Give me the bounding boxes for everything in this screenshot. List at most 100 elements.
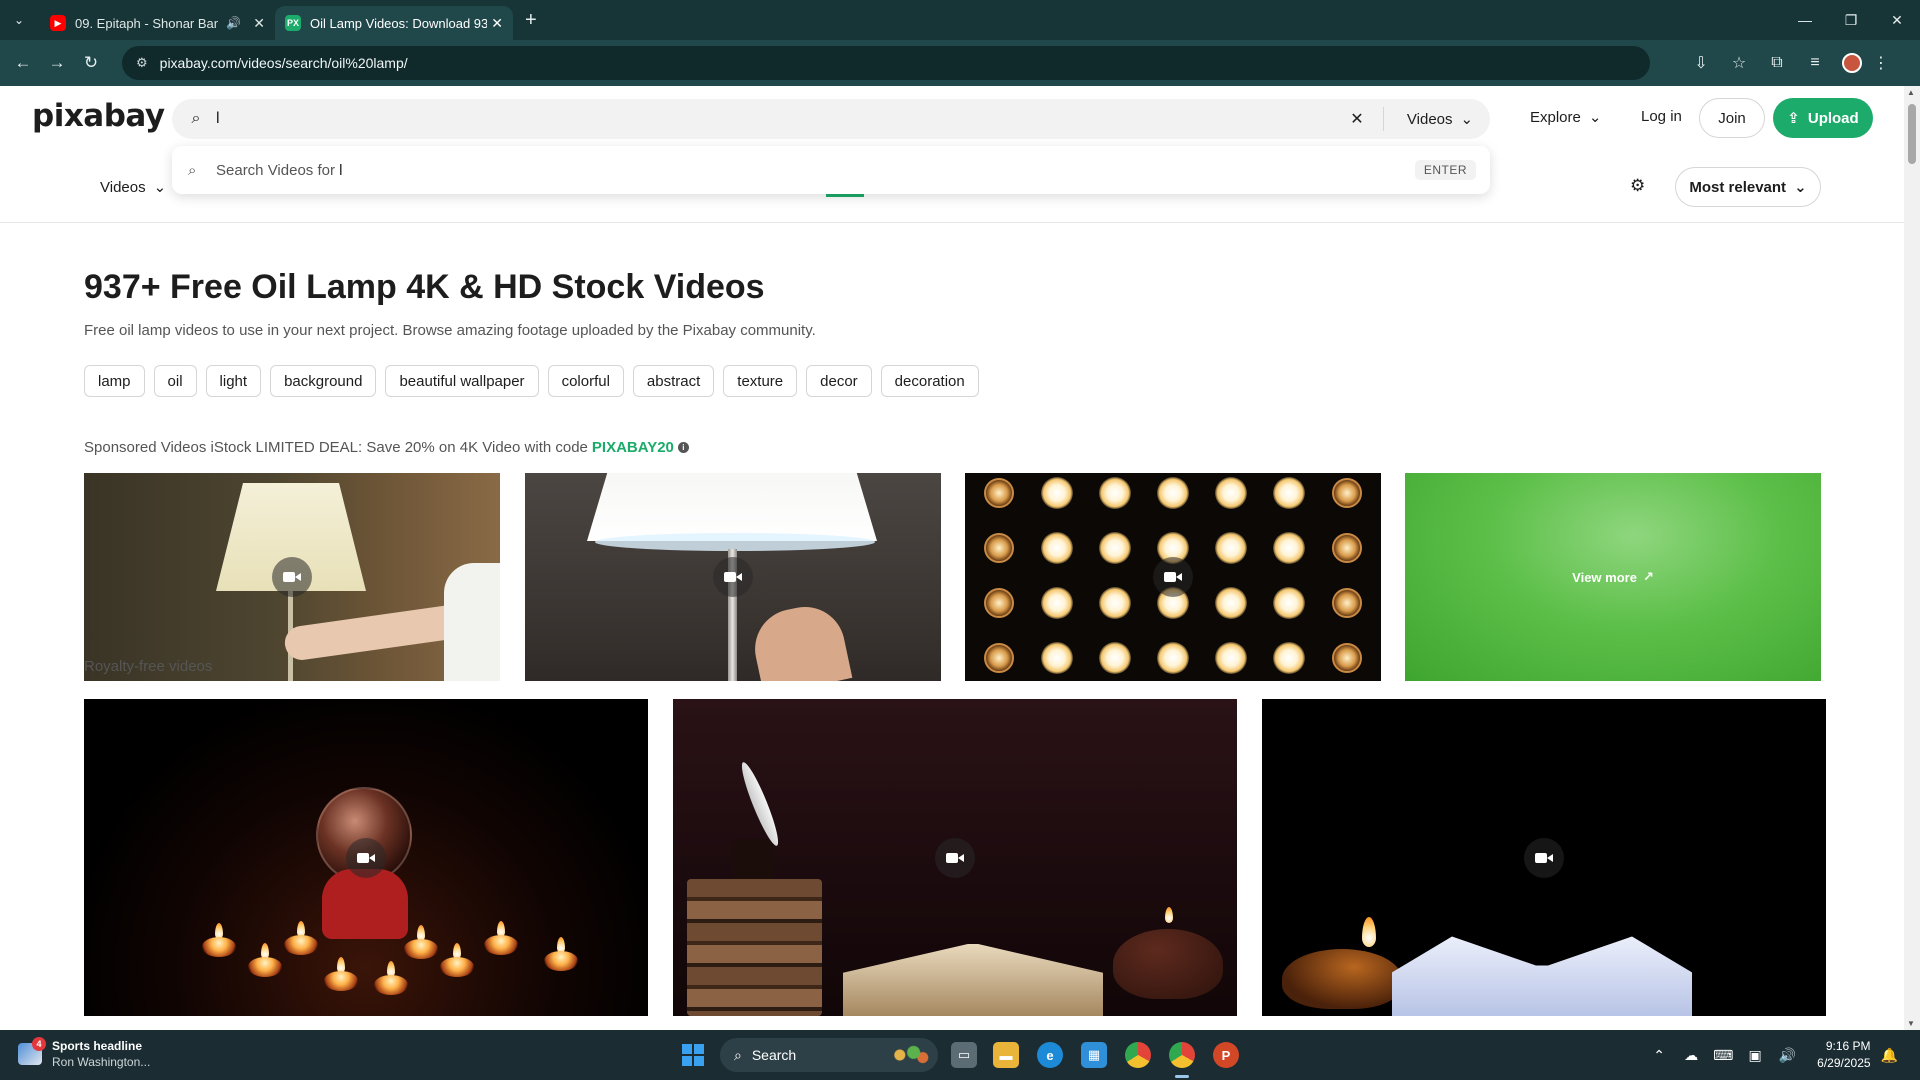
sponsored-video-thumbnail[interactable] (965, 473, 1381, 681)
edge-browser-icon[interactable]: e (1037, 1042, 1063, 1068)
sort-dropdown[interactable]: Most relevant ⌄ (1675, 167, 1821, 207)
back-icon[interactable]: ← (6, 46, 40, 80)
taskbar-search[interactable]: ⌕ Search (720, 1038, 938, 1072)
news-subline: Ron Washington... (52, 1055, 151, 1069)
tab-search-chevron-icon[interactable]: ⌄ (4, 5, 34, 35)
network-icon[interactable]: ▣ (1739, 1047, 1771, 1064)
open-book-shape (1392, 936, 1692, 1016)
light-bulb-shape (1041, 642, 1073, 674)
view-more-link[interactable]: View more ↗ (1572, 569, 1654, 585)
clear-search-icon[interactable]: ✕ (1337, 109, 1377, 129)
search-suggestion-dropdown[interactable]: ⌕ Search Videos for l ENTER (172, 146, 1490, 194)
page-scrollbar[interactable]: ▲ ▼ (1904, 86, 1920, 1030)
tab-pixabay[interactable]: PX Oil Lamp Videos: Download 937 ✕ (275, 6, 513, 40)
pixabay-logo[interactable]: pixabay (32, 98, 165, 134)
page-subtitle: Free oil lamp videos to use in your next… (84, 322, 816, 339)
candle-shape (284, 935, 318, 955)
candle-shape (324, 971, 358, 991)
windows-start-icon[interactable] (682, 1044, 704, 1066)
close-tab-icon[interactable]: ✕ (253, 15, 265, 32)
profile-avatar-icon[interactable] (1842, 53, 1862, 73)
show-hidden-icons-icon[interactable]: ⌃ (1643, 1047, 1675, 1064)
clock[interactable]: 9:16 PM 6/29/2025 (1817, 1038, 1870, 1072)
extensions-icon[interactable]: ⧉ (1758, 54, 1796, 72)
web-page: pixabay ⌕ ✕ Videos ⌄ Explore ⌄ Log in Jo… (0, 86, 1920, 1030)
join-button[interactable]: Join (1699, 98, 1765, 138)
reload-icon[interactable]: ↻ (74, 46, 108, 80)
light-bulb-shape (984, 588, 1014, 618)
address-bar[interactable]: ⚙ pixabay.com/videos/search/oil%20lamp/ (122, 46, 1650, 80)
tag-chip[interactable]: background (270, 365, 377, 397)
quill-shape (736, 759, 784, 849)
notification-bell-icon[interactable]: 🔔 (1881, 1047, 1898, 1064)
media-controls-icon[interactable]: ≡ (1796, 54, 1834, 72)
bookmark-star-icon[interactable]: ☆ (1720, 53, 1758, 73)
close-window-icon[interactable]: ✕ (1874, 0, 1920, 40)
scrollbar-thumb[interactable] (1908, 104, 1916, 164)
lamp-shade (587, 473, 877, 541)
explore-menu[interactable]: Explore ⌄ (1530, 108, 1601, 127)
promo-code[interactable]: PIXABAY20 (592, 439, 674, 456)
tab-youtube[interactable]: ▶ 09. Epitaph - Shonar Bangla 🔊 ✕ (40, 6, 275, 40)
oil-lamp-shape (1282, 949, 1402, 1009)
news-widget[interactable]: 4 Sports headline Ron Washington... (18, 1037, 151, 1070)
video-thumbnail[interactable] (1262, 699, 1826, 1016)
book-stack-shape (687, 879, 822, 1016)
search-icon: ⌕ (734, 1046, 742, 1063)
date: 6/29/2025 (1817, 1056, 1871, 1070)
light-bulb-shape (1099, 642, 1131, 674)
media-type-select[interactable]: Videos ⌄ (1390, 110, 1490, 129)
media-type-filter[interactable]: Videos ⌄ (100, 178, 166, 197)
settings-gear-icon[interactable]: ⚙ (1630, 176, 1645, 196)
tag-chip[interactable]: light (205, 365, 262, 397)
sponsored-video-thumbnail[interactable] (84, 473, 500, 681)
browser-menu-icon[interactable]: ⋮ (1862, 53, 1900, 73)
chrome-profile-icon[interactable] (1169, 1042, 1195, 1068)
upload-button[interactable]: ⇪ Upload (1773, 98, 1873, 138)
tag-chip[interactable]: oil (153, 365, 197, 397)
search-divider (1383, 107, 1384, 131)
light-bulb-shape (1273, 642, 1305, 674)
chrome-icon[interactable] (1125, 1042, 1151, 1068)
microsoft-store-icon[interactable]: ▦ (1081, 1042, 1107, 1068)
video-camera-icon (1524, 837, 1564, 878)
scroll-down-icon[interactable]: ▼ (1907, 1019, 1915, 1028)
install-app-icon[interactable]: ⇩ (1682, 53, 1720, 73)
video-camera-icon (935, 837, 975, 878)
keyboard-icon[interactable]: ⌨ (1707, 1047, 1739, 1064)
speaker-icon[interactable]: 🔊 (226, 16, 241, 30)
restore-icon[interactable]: ❐ (1828, 0, 1874, 40)
tag-chip[interactable]: colorful (547, 365, 624, 397)
close-tab-icon[interactable]: ✕ (491, 15, 503, 32)
powerpoint-icon[interactable]: P (1213, 1042, 1239, 1068)
file-explorer-icon[interactable]: ▬ (993, 1042, 1019, 1068)
tag-chip[interactable]: decoration (880, 365, 979, 397)
light-bulb-shape (1332, 643, 1362, 673)
minimize-icon[interactable]: — (1782, 0, 1828, 40)
sponsored-text: Sponsored Videos iStock LIMITED DEAL: Sa… (84, 439, 588, 456)
new-tab-icon[interactable]: + (525, 9, 537, 32)
search-input[interactable] (216, 100, 1337, 138)
tag-chip[interactable]: texture (723, 365, 798, 397)
tag-chip[interactable]: decor (806, 365, 872, 397)
forward-icon[interactable]: → (40, 46, 74, 80)
info-icon[interactable]: i (677, 442, 689, 453)
video-thumbnail[interactable] (84, 699, 648, 1016)
sponsored-video-thumbnail[interactable] (525, 473, 941, 681)
video-camera-icon (272, 557, 312, 597)
scroll-up-icon[interactable]: ▲ (1907, 88, 1915, 97)
volume-icon[interactable]: 🔊 (1771, 1047, 1803, 1064)
light-bulb-shape (1273, 587, 1305, 619)
toolbar-icons: ⇩ ☆ ⧉ ≡ ⋮ (1682, 40, 1900, 86)
tag-chip[interactable]: abstract (632, 365, 715, 397)
task-view-icon[interactable]: ▭ (951, 1042, 977, 1068)
video-thumbnail[interactable] (673, 699, 1237, 1016)
search-bar: ⌕ ✕ Videos ⌄ (172, 99, 1490, 139)
login-link[interactable]: Log in (1641, 108, 1682, 125)
tag-chip[interactable]: beautiful wallpaper (385, 365, 539, 397)
view-more-tile[interactable]: View more ↗ (1405, 473, 1821, 681)
tag-chip[interactable]: lamp (84, 365, 145, 397)
site-info-icon[interactable]: ⚙ (136, 55, 148, 71)
enter-key-hint: ENTER (1414, 160, 1476, 180)
onedrive-icon[interactable]: ☁ (1675, 1047, 1707, 1064)
